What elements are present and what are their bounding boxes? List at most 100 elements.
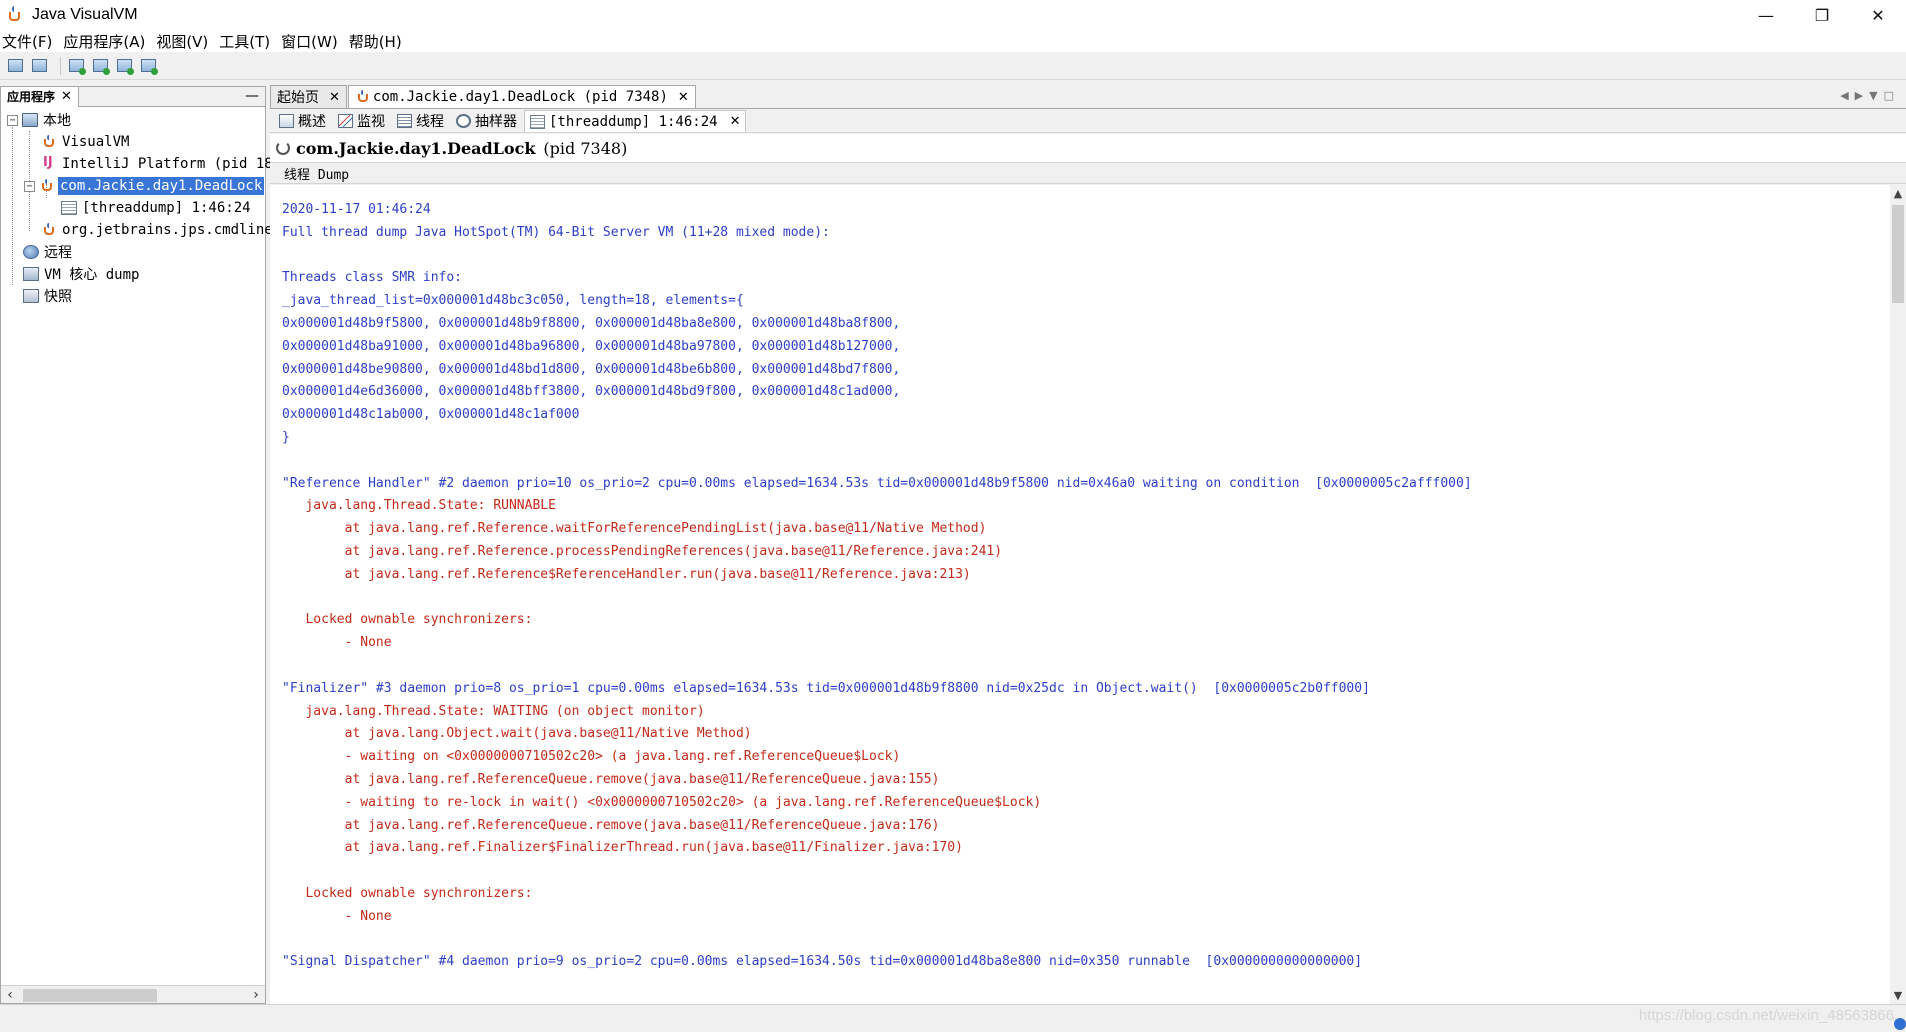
scroll-thumb[interactable]	[1892, 205, 1904, 303]
dump-line: 0x000001d48ba91000, 0x000001d48ba96800, …	[282, 338, 901, 354]
tab-label: 监视	[357, 114, 385, 130]
thread-dump-icon	[530, 114, 545, 129]
thread-dump-content[interactable]: 2020-11-17 01:46:24 Full thread dump Java…	[282, 199, 1472, 974]
tab-monitor[interactable]: 监视	[333, 110, 390, 132]
tab-label: 线程	[416, 114, 444, 130]
java-app-icon	[41, 223, 57, 237]
tree-node-threaddump[interactable]: [threaddump] 1:46:24	[1, 197, 265, 219]
view-tabs: 概述 监视 线程 抽样器 [threaddump] 1:46:24 ✕	[270, 110, 1906, 133]
dump-line: - waiting on <0x0000000710502c20> (a jav…	[282, 749, 901, 765]
minimize-button[interactable]: —	[1738, 0, 1794, 30]
tab-overview[interactable]: 概述	[274, 110, 331, 132]
close-icon[interactable]: ✕	[730, 114, 741, 129]
applications-tab[interactable]: 应用程序 ✕	[1, 86, 79, 107]
tab-label: 起始页	[277, 90, 319, 106]
dump-line	[282, 860, 1472, 883]
java-app-icon	[355, 90, 369, 104]
applications-panel: 应用程序 ✕ — − 本地 VisualVM IJ IntelliJ Platf…	[0, 86, 349, 1004]
dump-line: Threads class SMR info:	[282, 270, 463, 286]
dump-line: Full thread dump Java HotSpot(TM) 64-Bit…	[282, 224, 830, 240]
scroll-thumb[interactable]	[23, 988, 157, 1002]
dump-line: 0x000001d48c1ab000, 0x000001d48c1af000	[282, 407, 580, 423]
title-bar: Java VisualVM — ❐ ✕	[0, 0, 1906, 30]
tree-node-snapshots[interactable]: 快照	[1, 285, 265, 307]
tab-label: 概述	[298, 114, 326, 130]
tree-node-remote[interactable]: 远程	[1, 241, 265, 263]
tab-deadlock-app[interactable]: com.Jackie.day1.DeadLock (pid 7348) ✕	[347, 85, 696, 108]
dump-line: java.lang.Thread.State: RUNNABLE	[282, 498, 556, 514]
tree-node-intellij[interactable]: IJ IntelliJ Platform (pid 18464)	[1, 153, 306, 175]
menu-window[interactable]: 窗口(W)	[281, 31, 338, 52]
dump-line	[282, 929, 1472, 952]
tree-node-deadlock[interactable]: − com.Jackie.day1.DeadLock	[1, 175, 265, 197]
tree-node-label: 本地	[43, 113, 71, 129]
tree-node-jps-launcher[interactable]: org.jetbrains.jps.cmdline.Launcher	[1, 219, 349, 241]
tab-threaddump[interactable]: [threaddump] 1:46:24 ✕	[524, 110, 747, 132]
window-controls: — ❐ ✕	[1738, 0, 1906, 30]
scroll-left-icon[interactable]: ‹	[1, 987, 19, 1003]
dump-line: - None	[282, 908, 392, 924]
scroll-down-icon[interactable]: ▼	[1890, 989, 1906, 1002]
close-icon[interactable]: ✕	[329, 90, 340, 105]
close-icon[interactable]: ✕	[678, 90, 689, 105]
thread-dump-text-area[interactable]: 2020-11-17 01:46:24 Full thread dump Java…	[270, 185, 1890, 1004]
load-snapshot-button[interactable]	[6, 56, 26, 76]
collapse-icon[interactable]: −	[24, 180, 35, 192]
tree-node-local[interactable]: − 本地	[1, 109, 265, 131]
tree-node-visualvm[interactable]: VisualVM	[1, 131, 265, 153]
collapse-icon[interactable]: −	[7, 114, 18, 126]
section-title: 线程 Dump	[284, 167, 350, 183]
dump-line: 0x000001d48be90800, 0x000001d48bd1d800, …	[282, 361, 901, 377]
toolbar	[0, 52, 1906, 80]
close-icon[interactable]: ✕	[61, 89, 72, 104]
header-app-name: com.Jackie.day1.DeadLock	[296, 138, 536, 158]
dump-line: 0x000001d48b9f5800, 0x000001d48b9f8800, …	[282, 315, 901, 331]
dump-line: _java_thread_list=0x000001d48bc3c050, le…	[282, 293, 744, 309]
add-snapshot-button[interactable]	[139, 56, 159, 76]
threads-icon	[397, 114, 412, 128]
tree-node-label: VisualVM	[62, 134, 130, 150]
dump-line: at java.lang.ref.ReferenceQueue.remove(j…	[282, 817, 940, 833]
overview-icon	[279, 114, 294, 128]
header-pid: (pid 7348)	[543, 138, 628, 158]
add-jmx-connection-button[interactable]	[67, 56, 87, 76]
tab-label: com.Jackie.day1.DeadLock (pid 7348)	[372, 89, 668, 105]
document-tabs: 起始页 ✕ com.Jackie.day1.DeadLock (pid 7348…	[270, 85, 1906, 109]
tree-node-label: com.Jackie.day1.DeadLock	[58, 177, 265, 195]
tree-node-core-dump[interactable]: VM 核心 dump	[1, 263, 265, 285]
tab-label: 抽样器	[475, 114, 517, 130]
horizontal-scrollbar[interactable]: ‹ ›	[1, 985, 265, 1003]
save-button[interactable]	[30, 56, 50, 76]
dump-line: "Signal Dispatcher" #4 daemon prio=9 os_…	[282, 954, 1363, 970]
tab-threads[interactable]: 线程	[392, 110, 449, 132]
add-remote-host-button[interactable]	[91, 56, 111, 76]
dump-line: 0x000001d4e6d36000, 0x000001d48bff3800, …	[282, 384, 901, 400]
scroll-up-icon[interactable]: ▲	[1890, 187, 1906, 200]
dump-line: Locked ownable synchronizers:	[282, 612, 533, 628]
section-title-bar: 线程 Dump	[270, 162, 1906, 184]
menu-help[interactable]: 帮助(H)	[349, 31, 402, 52]
menu-bar: 文件(F) 应用程序(A) 视图(V) 工具(T) 窗口(W) 帮助(H)	[0, 30, 1906, 52]
add-core-dump-button[interactable]	[115, 56, 135, 76]
minimize-panel-icon[interactable]: —	[245, 88, 259, 104]
intellij-icon: IJ	[41, 155, 57, 171]
scroll-right-icon[interactable]: ›	[247, 987, 265, 1003]
dump-line: at java.lang.ref.Reference.waitForRefere…	[282, 521, 987, 537]
vertical-scrollbar[interactable]: ▲ ▼	[1890, 185, 1906, 1004]
scroll-track[interactable]	[19, 988, 247, 1002]
close-button[interactable]: ✕	[1850, 0, 1906, 30]
menu-file[interactable]: 文件(F)	[2, 31, 52, 52]
monitor-icon	[338, 114, 353, 128]
menu-tools[interactable]: 工具(T)	[219, 31, 270, 52]
dump-line: }	[282, 429, 290, 445]
menu-view[interactable]: 视图(V)	[156, 31, 208, 52]
loading-spinner-icon	[276, 141, 290, 155]
tab-navigation-icon[interactable]: ◀▶▼□	[1840, 89, 1900, 102]
maximize-button[interactable]: ❐	[1794, 0, 1850, 30]
applications-tab-row: 应用程序 ✕ —	[1, 86, 265, 107]
tab-start-page[interactable]: 起始页 ✕	[270, 85, 347, 108]
menu-application[interactable]: 应用程序(A)	[63, 31, 145, 52]
main-area: 起始页 ✕ com.Jackie.day1.DeadLock (pid 7348…	[270, 85, 1906, 1004]
tab-sampler[interactable]: 抽样器	[451, 110, 522, 132]
visualvm-app-icon	[6, 6, 24, 24]
